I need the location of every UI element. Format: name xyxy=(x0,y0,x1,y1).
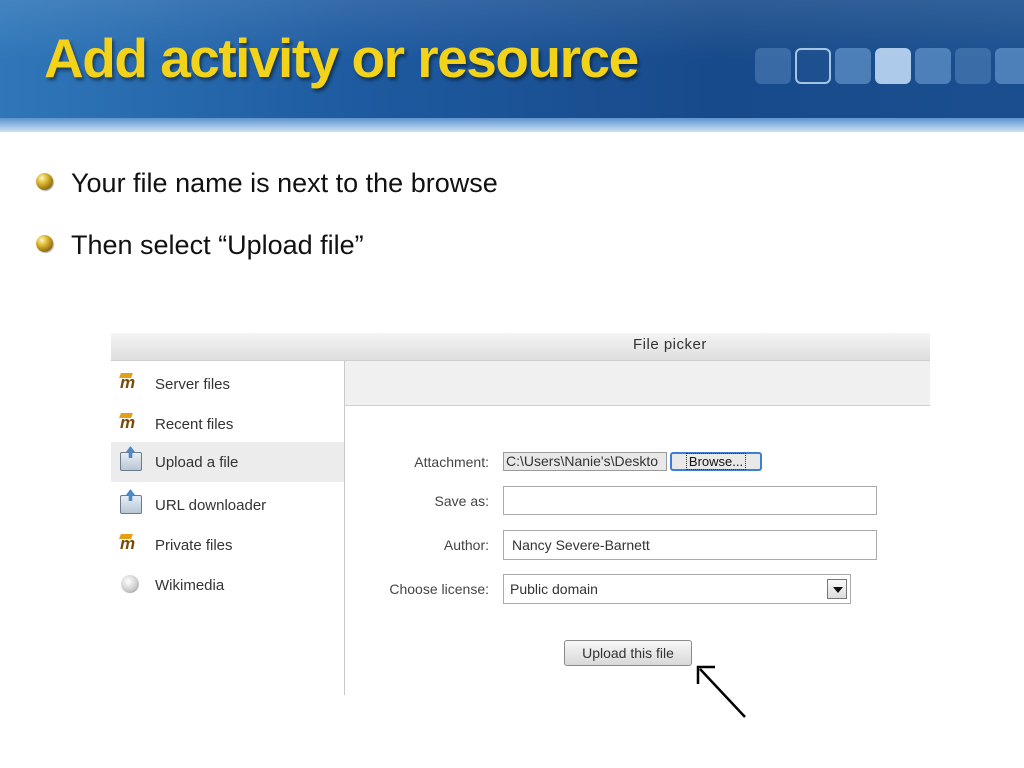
bullet-text: Then select “Upload file” xyxy=(71,230,364,260)
repository-sidebar: m Server files m Recent files Upload a f… xyxy=(111,361,345,695)
upload-icon xyxy=(120,495,142,515)
repo-item-wikimedia[interactable]: Wikimedia xyxy=(111,565,344,605)
file-picker-toolbar xyxy=(345,361,930,406)
author-label: Author: xyxy=(443,537,489,553)
upload-form: Attachment: C:\Users\Nanie's\Deskto Brow… xyxy=(345,406,930,695)
decorative-squares xyxy=(755,48,1024,84)
browse-button-label: Browse... xyxy=(685,452,747,470)
file-picker-title: File picker xyxy=(633,336,707,353)
repo-item-label: Upload a file xyxy=(155,453,239,471)
bullet-text: Your file name is next to the browse xyxy=(71,168,498,198)
slide-title: Add activity or resource xyxy=(44,27,639,89)
bullet-list: Your file name is next to the browse The… xyxy=(36,166,498,290)
wikimedia-icon xyxy=(120,575,142,595)
save-as-input[interactable] xyxy=(503,486,877,515)
attachment-label: Attachment: xyxy=(414,454,489,470)
license-select[interactable]: Public domain xyxy=(503,574,851,604)
slide-header: Add activity or resource xyxy=(0,0,1024,132)
decor-square xyxy=(955,48,991,84)
bullet-sphere-icon xyxy=(36,235,53,252)
bullet-item: Your file name is next to the browse xyxy=(36,166,498,228)
decor-square xyxy=(835,48,871,84)
repo-item-label: URL downloader xyxy=(155,496,267,514)
decor-square xyxy=(875,48,911,84)
chevron-down-icon[interactable] xyxy=(827,579,847,599)
repo-item-recent-files[interactable]: m Recent files xyxy=(111,404,344,444)
decor-square xyxy=(915,48,951,84)
upload-this-file-button[interactable]: Upload this file xyxy=(564,640,692,666)
browse-button[interactable]: Browse... xyxy=(670,452,762,471)
upload-icon xyxy=(120,452,142,472)
repo-item-label: Server files xyxy=(155,375,231,393)
pointer-arrow-icon xyxy=(696,665,746,718)
repo-item-url-downloader[interactable]: URL downloader xyxy=(111,485,344,525)
license-selected-value: Public domain xyxy=(510,581,598,597)
decor-square xyxy=(755,48,791,84)
bullet-sphere-icon xyxy=(36,173,53,190)
moodle-icon: m xyxy=(120,535,142,555)
decor-square xyxy=(995,48,1024,84)
repo-item-server-files[interactable]: m Server files xyxy=(111,364,344,404)
file-picker-titlebar: File picker xyxy=(111,333,930,361)
repo-item-label: Wikimedia xyxy=(155,576,225,594)
moodle-icon: m xyxy=(120,374,142,394)
repo-item-label: Private files xyxy=(155,536,233,554)
repo-item-label: Recent files xyxy=(155,415,234,433)
moodle-icon: m xyxy=(120,414,142,434)
bullet-item: Then select “Upload file” xyxy=(36,228,498,290)
decor-square xyxy=(795,48,831,84)
repo-item-private-files[interactable]: m Private files xyxy=(111,525,344,565)
attachment-file-input[interactable]: C:\Users\Nanie's\Deskto xyxy=(503,452,667,471)
save-as-label: Save as: xyxy=(434,493,489,509)
license-label: Choose license: xyxy=(389,581,489,597)
file-picker-dialog: File picker m Server files m Recent file… xyxy=(111,333,930,695)
author-input[interactable] xyxy=(503,530,877,560)
repo-item-upload-a-file[interactable]: Upload a file xyxy=(111,442,344,482)
